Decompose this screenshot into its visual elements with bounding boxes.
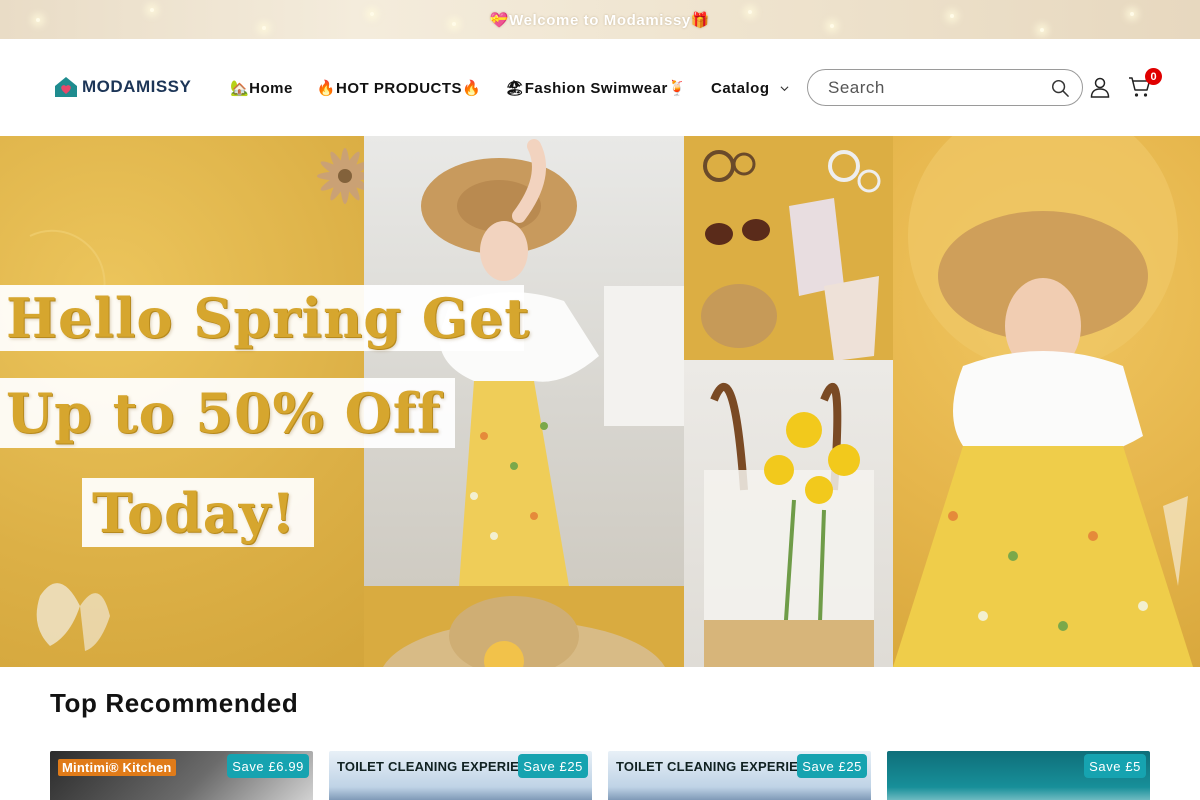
product-card[interactable]: Save £5 xyxy=(887,751,1150,800)
model-figure-icon xyxy=(893,136,1193,667)
chevron-down-icon xyxy=(780,85,788,91)
model-figure-icon xyxy=(421,139,684,586)
main-nav: 🏡Home 🔥HOT PRODUCTS🔥 🏖Fashion Swimwear🍹 … xyxy=(230,79,813,97)
hero-photo-accessories-flatlay xyxy=(684,136,893,360)
hero-photo-straw-hat xyxy=(364,586,684,667)
account-icon[interactable] xyxy=(1089,76,1111,98)
announcement-bar: 💝Welcome to Modamissy🎁 xyxy=(0,0,1200,39)
save-badge: Save £25 xyxy=(518,754,588,778)
hero-banner[interactable]: Hello Spring Get Up to 50% Off Today! xyxy=(0,136,1200,667)
nav-fashion-swimwear[interactable]: 🏖Fashion Swimwear🍹 xyxy=(505,79,687,97)
product-caption: TOILET CLEANING EXPERIEN xyxy=(616,759,808,774)
search-icon[interactable] xyxy=(1051,79,1070,98)
search-input[interactable] xyxy=(828,77,1038,98)
promo-line-3: Today! xyxy=(82,478,314,547)
accessories-icon xyxy=(701,150,881,360)
product-card[interactable]: TOILET CLEANING EXPERIEN Save £25 xyxy=(329,751,592,800)
cart-count-badge: 0 xyxy=(1145,68,1162,85)
product-caption: TOILET CLEANING EXPERIEN xyxy=(337,759,529,774)
promo-line-1-text: Hello Spring Get xyxy=(6,286,531,350)
hero-photo-model-hush xyxy=(893,136,1200,667)
straw-hat-icon xyxy=(383,596,665,667)
promo-line-3-text: Today! xyxy=(92,480,296,545)
save-badge: Save £6.99 xyxy=(227,754,309,778)
announcement-text: 💝Welcome to Modamissy🎁 xyxy=(489,11,711,29)
hero-photo-sunflower-bag xyxy=(684,360,893,667)
save-badge: Save £25 xyxy=(797,754,867,778)
promo-line-2-text: Up to 50% Off xyxy=(6,381,442,445)
site-header: MODAMISSY 🏡Home 🔥HOT PRODUCTS🔥 🏖Fashion … xyxy=(0,39,1200,136)
sunflower-bag-icon xyxy=(704,383,874,667)
nav-catalog-label: Catalog xyxy=(710,79,770,97)
logo-house-heart-icon xyxy=(55,77,77,97)
search-box xyxy=(807,69,1083,106)
logo-text: MODAMISSY xyxy=(82,77,192,96)
logo[interactable]: MODAMISSY xyxy=(53,75,191,99)
promo-line-2: Up to 50% Off xyxy=(0,378,455,448)
nav-home[interactable]: 🏡Home xyxy=(230,79,293,97)
save-badge: Save £5 xyxy=(1084,754,1146,778)
promo-line-1: Hello Spring Get xyxy=(0,285,529,351)
section-title: Top Recommended xyxy=(50,688,299,718)
nav-hot-products[interactable]: 🔥HOT PRODUCTS🔥 xyxy=(317,79,481,97)
hero-photo-model-straw-hat xyxy=(364,136,684,586)
nav-catalog[interactable]: Catalog xyxy=(711,80,789,97)
product-caption: Mintimi® Kitchen xyxy=(58,759,176,776)
product-card[interactable]: TOILET CLEANING EXPERIEN Save £25 xyxy=(608,751,871,800)
product-card[interactable]: Mintimi® Kitchen Save £6.99 xyxy=(50,751,313,800)
